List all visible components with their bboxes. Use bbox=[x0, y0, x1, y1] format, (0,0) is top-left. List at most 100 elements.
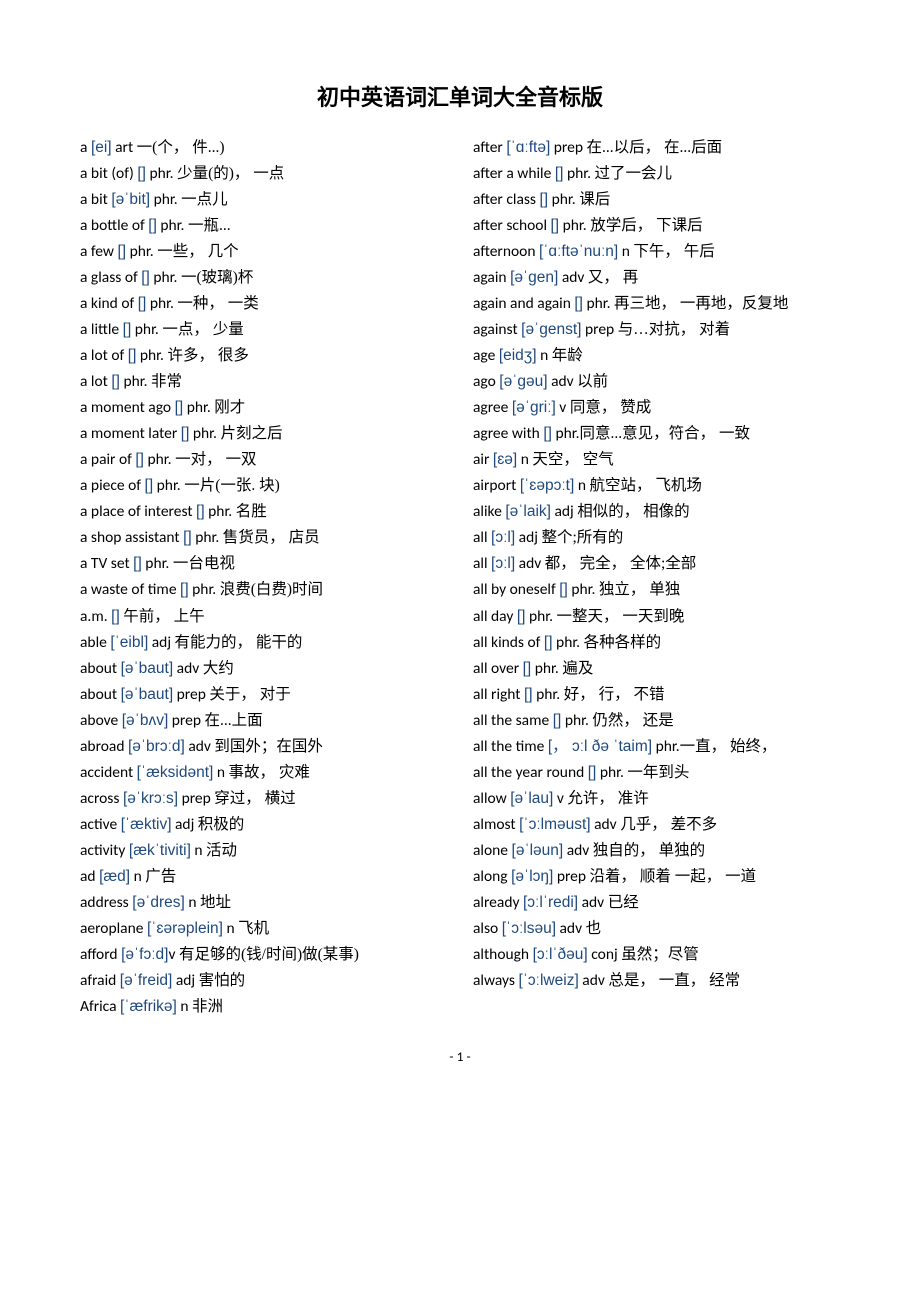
entry-word: agree bbox=[473, 398, 512, 417]
entry-phonetic: [əˈbaut] bbox=[121, 660, 174, 677]
entry-phonetic: [əˈbit] bbox=[111, 191, 150, 208]
vocab-entry: about [əˈbaut] prep 关于， 对于 bbox=[80, 682, 447, 708]
entry-pos: conj bbox=[588, 945, 621, 964]
entry-definition: 事故， 灾难 bbox=[228, 764, 309, 781]
entry-phonetic: [ˈɑːftə] bbox=[506, 139, 550, 156]
entry-phonetic: [] bbox=[551, 217, 560, 234]
entry-word: already bbox=[473, 893, 523, 912]
entry-word: a lot bbox=[80, 372, 111, 391]
vocab-entry: a kind of [] phr. 一种， 一类 bbox=[80, 291, 447, 317]
entry-word: all over bbox=[473, 659, 523, 678]
entry-definition: 浪费(白费)时间 bbox=[220, 581, 323, 598]
entry-phonetic: [əˈgenst] bbox=[521, 321, 581, 338]
entry-pos: phr. bbox=[144, 450, 175, 469]
entry-phonetic: [， ɔːl ðə ˈtaim] bbox=[548, 738, 652, 755]
entry-phonetic: [] bbox=[133, 555, 142, 572]
entry-pos: adj bbox=[172, 815, 198, 834]
entry-definition: 相似的， 相像的 bbox=[577, 503, 689, 520]
entry-definition: 一些， 几个 bbox=[157, 243, 238, 260]
entry-phonetic: [] bbox=[543, 425, 552, 442]
entry-definition: 活动 bbox=[206, 842, 237, 859]
entry-definition: 都， 完全， 全体;全部 bbox=[545, 555, 697, 572]
entry-word: a bit bbox=[80, 190, 111, 209]
entry-pos: phr. bbox=[150, 190, 181, 209]
entry-word: Africa bbox=[80, 997, 120, 1016]
entry-phonetic: [] bbox=[180, 581, 189, 598]
vocab-entry: alike [əˈlaik] adj 相似的， 相像的 bbox=[473, 499, 840, 525]
entry-phonetic: [əˈləun] bbox=[512, 842, 564, 859]
entry-phonetic: [əˈbaut] bbox=[121, 686, 174, 703]
entry-pos: phr. bbox=[183, 398, 214, 417]
entry-phonetic: [ˈɔːlsəu] bbox=[502, 920, 556, 937]
entry-definition: 一台电视 bbox=[173, 555, 235, 572]
entry-pos: phr. bbox=[568, 580, 599, 599]
vocab-entry: all the time [， ɔːl ðə ˈtaim] phr.一直， 始终… bbox=[473, 734, 840, 760]
vocab-entry: agree with [] phr.同意...意见，符合， 一致 bbox=[473, 421, 840, 447]
entry-pos: n bbox=[213, 763, 228, 782]
entry-word: a bit (of) bbox=[80, 164, 137, 183]
entry-pos: prep bbox=[173, 685, 209, 704]
entry-phonetic: [ˈæfrikə] bbox=[120, 998, 177, 1015]
entry-definition: 非洲 bbox=[192, 998, 223, 1015]
entry-definition: 午前， 上午 bbox=[123, 608, 204, 625]
vocab-entry: above [əˈbʌv] prep 在...上面 bbox=[80, 708, 447, 734]
entry-definition: 航空站， 飞机场 bbox=[589, 477, 701, 494]
entry-word: ago bbox=[473, 372, 499, 391]
entry-word: all kinds of bbox=[473, 633, 544, 652]
entry-word: always bbox=[473, 971, 518, 990]
entry-phonetic: [ˈeibl] bbox=[110, 634, 148, 651]
vocab-entry: also [ˈɔːlsəu] adv 也 bbox=[473, 916, 840, 942]
vocab-entry: address [əˈdres] n 地址 bbox=[80, 890, 447, 916]
entry-phonetic: [ɔːl] bbox=[491, 529, 515, 546]
entry-phonetic: [æd] bbox=[99, 868, 130, 885]
entry-definition: 售货员， 店员 bbox=[223, 529, 320, 546]
vocab-entry: a bottle of [] phr. 一瓶... bbox=[80, 213, 447, 239]
entry-phonetic: [əˈgen] bbox=[510, 269, 558, 286]
entry-phonetic: [] bbox=[141, 269, 150, 286]
entry-word: again bbox=[473, 268, 510, 287]
entry-phonetic: [əˈlau] bbox=[510, 790, 553, 807]
entry-definition: 总是， 一直， 经常 bbox=[608, 972, 740, 989]
entry-word: aeroplane bbox=[80, 919, 147, 938]
vocab-entry: a pair of [] phr. 一对， 一双 bbox=[80, 447, 447, 473]
entry-word: able bbox=[80, 633, 110, 652]
entry-pos: adj bbox=[551, 502, 577, 521]
vocab-entry: a bit (of) [] phr. 少量(的)， 一点 bbox=[80, 161, 447, 187]
entry-pos: n bbox=[191, 841, 206, 860]
entry-phonetic: [ei] bbox=[91, 139, 112, 156]
entry-word: a bbox=[80, 138, 91, 157]
entry-pos: phr. bbox=[131, 320, 162, 339]
entry-pos: phr. bbox=[205, 502, 236, 521]
entry-word: almost bbox=[473, 815, 519, 834]
vocab-entry: able [ˈeibl] adj 有能力的， 能干的 bbox=[80, 630, 447, 656]
entry-phonetic: [ˈɛərəplein] bbox=[147, 920, 223, 937]
vocab-entry: a lot of [] phr. 许多， 很多 bbox=[80, 343, 447, 369]
entry-word: about bbox=[80, 659, 121, 678]
entry-word: a bottle of bbox=[80, 216, 148, 235]
entry-phonetic: [eidʒ] bbox=[499, 347, 537, 364]
page-title: 初中英语词汇单词大全音标版 bbox=[80, 80, 840, 117]
vocab-entry: a moment ago [] phr. 刚才 bbox=[80, 395, 447, 421]
vocab-entry: although [ɔːlˈðəu] conj 虽然；尽管 bbox=[473, 942, 840, 968]
entry-phonetic: [əˈlɔŋ] bbox=[511, 868, 553, 885]
vocab-entry: after a while [] phr. 过了一会儿 bbox=[473, 161, 840, 187]
entry-phonetic: [] bbox=[574, 295, 583, 312]
entry-pos: phr. bbox=[192, 528, 223, 547]
entry-pos: phr. bbox=[561, 711, 592, 730]
entry-definition: 以前 bbox=[577, 373, 608, 390]
entry-definition: 沿着， 顺着 一起， 一道 bbox=[590, 868, 757, 885]
entry-word: after class bbox=[473, 190, 540, 209]
vocab-entry: agree [əˈgriː] v 同意， 赞成 bbox=[473, 395, 840, 421]
entry-definition: 一直， 始终， bbox=[680, 738, 777, 755]
vocabulary-columns: a [ei] art 一(个， 件...)a bit (of) [] phr. … bbox=[80, 135, 840, 1020]
entry-phonetic: [] bbox=[544, 634, 553, 651]
entry-phonetic: [əˈfreid] bbox=[120, 972, 173, 989]
entry-pos: phr. bbox=[146, 164, 177, 183]
entry-definition: 一片(一张. 块) bbox=[184, 477, 280, 494]
entry-definition: 整个;所有的 bbox=[541, 529, 623, 546]
entry-pos: phr. bbox=[533, 685, 564, 704]
entry-pos: phr. bbox=[126, 242, 157, 261]
entry-phonetic: [əˈbrɔːd] bbox=[128, 738, 185, 755]
entry-definition: 飞机 bbox=[238, 920, 269, 937]
entry-definition: 又， 再 bbox=[588, 269, 638, 286]
